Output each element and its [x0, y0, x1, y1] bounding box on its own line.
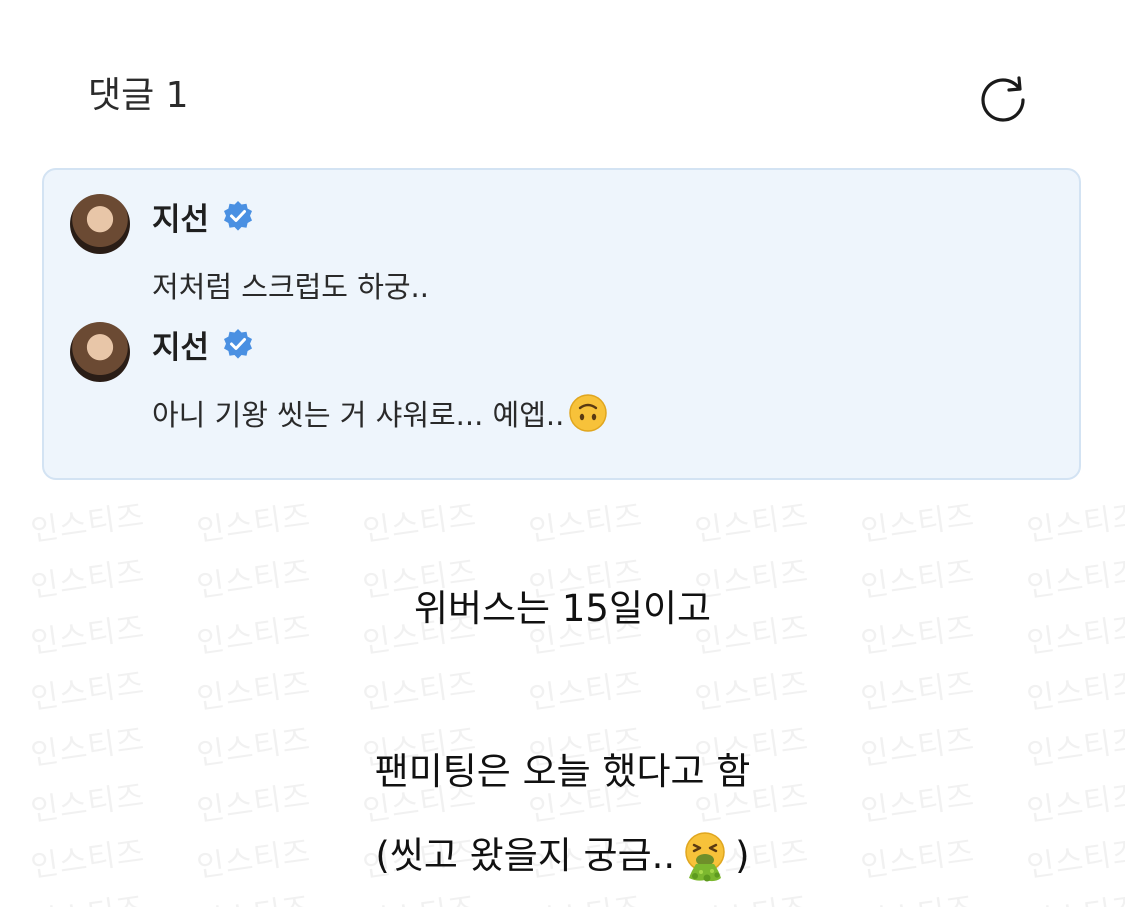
watermark-text: 인스티즈 [858, 666, 977, 717]
watermark-text: 인스티즈 [360, 666, 479, 717]
watermark-text: 인스티즈 [692, 666, 811, 717]
author-name[interactable]: 지선 [152, 194, 209, 239]
caption-line-2: 팬미팅은 오늘 했다고 함 [374, 750, 751, 793]
caption-line-3-close: ) [735, 834, 750, 877]
author-name[interactable]: 지선 [152, 322, 209, 367]
avatar[interactable] [70, 322, 130, 382]
watermark-text: 인스티즈 [27, 882, 147, 907]
watermark-text: 인스티즈 [1023, 882, 1125, 907]
comment-panel: 지선 저처럼 스크럽도 하궁.. 지선 아니 기왕 씻는 거 샤워로... 예엡… [42, 168, 1081, 480]
watermark-text: 인스티즈 [28, 666, 147, 717]
watermark-text: 인스티즈 [858, 498, 977, 549]
watermark-text: 인스티즈 [692, 498, 811, 549]
watermark-text: 인스티즈 [691, 882, 811, 907]
watermark-text: 인스티즈 [28, 498, 147, 549]
watermark-text: 인스티즈 [360, 498, 479, 549]
watermark-text: 인스티즈 [194, 666, 313, 717]
watermark-text: 인스티즈 [526, 666, 645, 717]
author-row: 지선 [152, 194, 255, 239]
comment-text: 저처럼 스크럽도 하궁.. [152, 270, 429, 304]
comment-item: 지선 아니 기왕 씻는 거 샤워로... 예엡.. [70, 322, 1050, 452]
upside-down-face-emoji-icon [568, 393, 608, 433]
comment-text: 아니 기왕 씻는 거 샤워로... 예엡.. [152, 398, 565, 432]
avatar[interactable] [70, 194, 130, 254]
page: 인스티즈 인스티즈 인스티즈 인스티즈 인스티즈 인스티즈 인스티즈 인스티즈 인스티즈 인스티즈… [0, 0, 1125, 907]
comments-count-title: 댓글 1 [88, 75, 189, 116]
vomiting-face-emoji-icon [677, 828, 733, 884]
watermark-text: 인스티즈 [525, 882, 645, 907]
author-row: 지선 [152, 322, 255, 367]
comment-item: 지선 저처럼 스크럽도 하궁.. [70, 194, 1050, 304]
watermark-text: 인스티즈 [857, 882, 977, 907]
watermark-text: 인스티즈 [1024, 498, 1125, 549]
watermark-text: 인스티즈 [193, 882, 313, 907]
caption-line-1: 위버스는 15일이고 [413, 587, 712, 630]
comment-text-row: 아니 기왕 씻는 거 샤워로... 예엡.. [152, 392, 608, 434]
watermark-text: 인스티즈 [526, 498, 645, 549]
caption-line-3: (씻고 왔을지 궁금.. ) [0, 828, 1125, 884]
watermark-text: 인스티즈 [359, 882, 479, 907]
verified-badge-icon [221, 327, 255, 361]
watermark-text: 인스티즈 [194, 498, 313, 549]
verified-badge-icon [221, 199, 255, 233]
caption-line-3-text: (씻고 왔을지 궁금.. [375, 834, 676, 877]
refresh-icon[interactable] [975, 70, 1031, 126]
watermark-text: 인스티즈 [1024, 666, 1125, 717]
